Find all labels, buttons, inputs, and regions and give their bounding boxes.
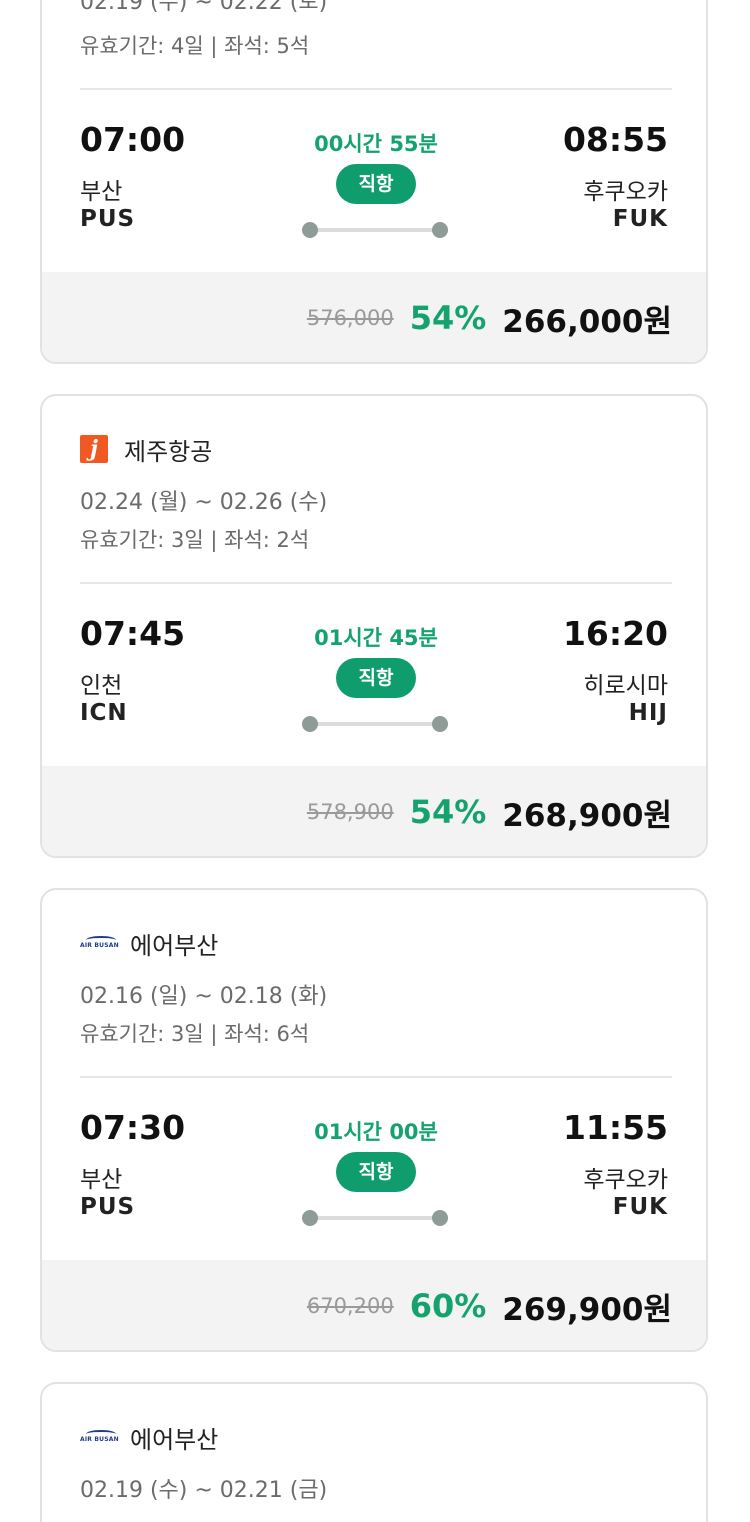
destination-dot-icon xyxy=(432,222,448,238)
divider xyxy=(80,582,672,584)
route-line xyxy=(302,716,448,732)
air-busan-logo-icon: AIR BUSAN xyxy=(80,1430,120,1444)
jeju-air-logo-icon: j xyxy=(80,435,108,463)
final-price: 268,900원 xyxy=(502,797,672,834)
airline-header: AIR BUSAN 에어부산 xyxy=(80,928,219,960)
arrival-time: 08:55 xyxy=(562,120,668,159)
airline-name: 에어부산 xyxy=(130,1425,219,1454)
validity-seats: 유효기간: 3일 | 좌석: 6석 xyxy=(80,1022,310,1046)
arrival-code: FUK xyxy=(612,1194,668,1220)
validity-seats: 유효기간: 4일 | 좌석: 5석 xyxy=(80,34,310,58)
discount-rate: 54% xyxy=(409,299,487,337)
travel-dates: 02.16 (일) ~ 02.18 (화) xyxy=(80,984,328,1009)
destination-dot-icon xyxy=(432,716,448,732)
travel-dates: 02.19 (수) ~ 02.21 (금) xyxy=(80,1478,328,1503)
arrival-code: HIJ xyxy=(628,700,668,726)
original-price: 578,900 xyxy=(306,800,394,824)
departure-city: 부산 xyxy=(80,1167,123,1193)
flight-card[interactable]: AIR BUSAN 에어부산 02.16 (일) ~ 02.18 (화) 유효기… xyxy=(40,888,708,1352)
arrival-time: 11:55 xyxy=(562,1108,668,1147)
direct-badge: 직항 xyxy=(336,1152,416,1192)
price-row: 578,900 54% 268,900원 xyxy=(42,766,706,856)
airline-header: AIR BUSAN 에어부산 xyxy=(80,1422,219,1454)
departure-code: PUS xyxy=(80,206,136,232)
origin-dot-icon xyxy=(302,222,318,238)
travel-dates: 02.19 (수) ~ 02.22 (토) xyxy=(80,0,328,15)
flight-duration: 01시간 45분 xyxy=(314,626,438,650)
route-line xyxy=(302,1210,448,1226)
arrival-city: 후쿠오카 xyxy=(583,179,668,205)
divider xyxy=(80,88,672,90)
divider xyxy=(80,1076,672,1078)
departure-time: 07:30 xyxy=(80,1108,186,1147)
origin-dot-icon xyxy=(302,716,318,732)
flight-card[interactable]: AIR BUSAN 에어부산 02.19 (수) ~ 02.21 (금) xyxy=(40,1382,708,1522)
airline-name: 제주항공 xyxy=(124,437,213,466)
destination-dot-icon xyxy=(432,1210,448,1226)
route-track xyxy=(310,722,440,726)
air-busan-logo-icon: AIR BUSAN xyxy=(80,936,120,950)
final-price: 269,900원 xyxy=(502,1291,672,1328)
direct-badge: 직항 xyxy=(336,164,416,204)
original-price: 576,000 xyxy=(306,306,394,330)
discount-rate: 54% xyxy=(409,793,487,831)
departure-code: ICN xyxy=(80,700,128,726)
airline-name: 에어부산 xyxy=(130,931,219,960)
flight-duration: 00시간 55분 xyxy=(314,132,438,156)
arrival-city: 후쿠오카 xyxy=(583,1167,668,1193)
flight-duration: 01시간 00분 xyxy=(314,1120,438,1144)
departure-time: 07:45 xyxy=(80,614,186,653)
route-line xyxy=(302,222,448,238)
arrival-code: FUK xyxy=(612,206,668,232)
final-price: 266,000원 xyxy=(502,303,672,340)
flight-card[interactable]: j 제주항공 02.24 (월) ~ 02.26 (수) 유효기간: 3일 | … xyxy=(40,394,708,858)
route-track xyxy=(310,228,440,232)
departure-city: 인천 xyxy=(80,673,123,699)
original-price: 670,200 xyxy=(306,1294,394,1318)
origin-dot-icon xyxy=(302,1210,318,1226)
arrival-city: 히로시마 xyxy=(583,673,668,699)
travel-dates: 02.24 (월) ~ 02.26 (수) xyxy=(80,490,328,515)
arrival-time: 16:20 xyxy=(562,614,668,653)
airline-header: j 제주항공 xyxy=(80,434,213,466)
route-track xyxy=(310,1216,440,1220)
validity-seats: 유효기간: 3일 | 좌석: 2석 xyxy=(80,528,310,552)
direct-badge: 직항 xyxy=(336,658,416,698)
departure-code: PUS xyxy=(80,1194,136,1220)
discount-rate: 60% xyxy=(409,1287,487,1325)
price-row: 576,000 54% 266,000원 xyxy=(42,272,706,362)
departure-city: 부산 xyxy=(80,179,123,205)
flight-card[interactable]: 02.19 (수) ~ 02.22 (토) 유효기간: 4일 | 좌석: 5석 … xyxy=(40,0,708,364)
price-row: 670,200 60% 269,900원 xyxy=(42,1260,706,1350)
departure-time: 07:00 xyxy=(80,120,186,159)
